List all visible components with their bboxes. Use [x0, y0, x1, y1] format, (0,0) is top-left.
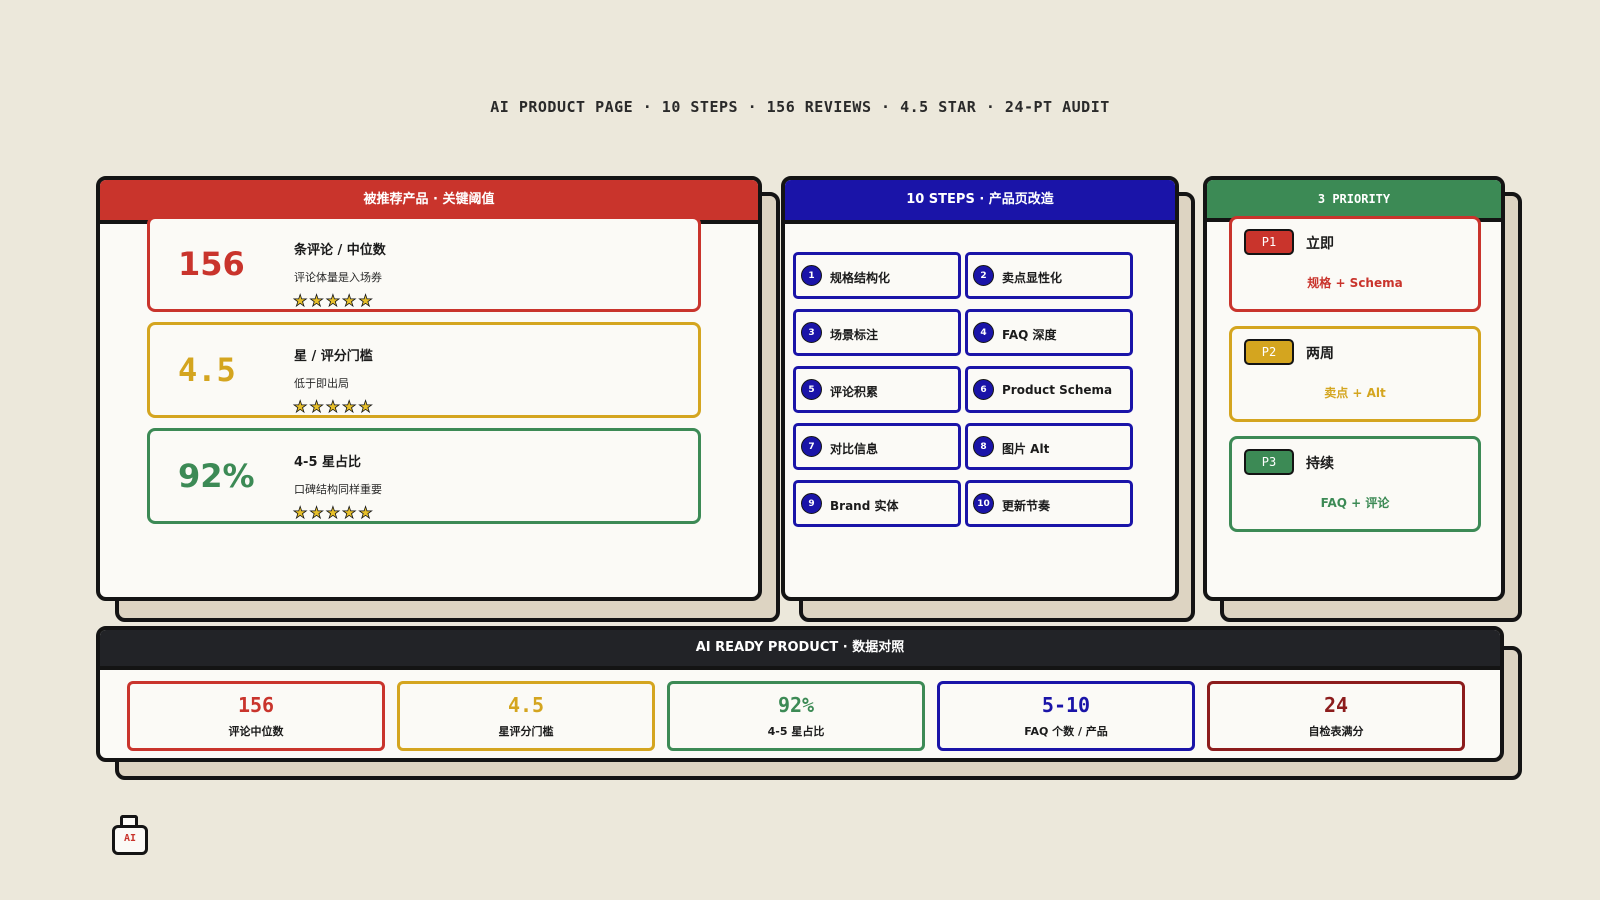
threshold-panel: 被推荐产品 · 关键阈值 156 条评论 / 中位数 评论体量是入场券 ★★★★…: [96, 176, 762, 601]
priority-title: 立即: [1306, 236, 1334, 252]
threshold-card-rating: 4.5 星 / 评分门槛 低于即出局 ★★★★★: [147, 322, 701, 418]
threshold-value: 156: [178, 245, 245, 283]
step-number-badge: 1: [801, 265, 822, 286]
step-number-badge: 3: [801, 322, 822, 343]
top-banner: AI PRODUCT PAGE · 10 STEPS · 156 REVIEWS…: [490, 98, 1110, 116]
threshold-label: 4-5 星占比: [294, 455, 362, 470]
step-item-8: 8 图片 Alt: [965, 423, 1133, 470]
step-item-5: 5 评论积累: [793, 366, 961, 413]
step-label: Product Schema: [1002, 383, 1113, 397]
metric-value: 4.5: [507, 693, 545, 717]
metric-card: 4.5 星评分门槛: [397, 681, 655, 751]
step-number-badge: 10: [973, 493, 994, 514]
step-item-4: 4 FAQ 深度: [965, 309, 1133, 356]
steps-panel: 10 STEPS · 产品页改造 1 规格结构化 2 卖点显性化 3 场景标注 4 FAQ 深…: [781, 176, 1179, 601]
priority-badge: P3: [1244, 449, 1294, 475]
threshold-value: 4.5: [178, 351, 236, 389]
priority-badge: P2: [1244, 339, 1294, 365]
step-number-badge: 4: [973, 322, 994, 343]
step-label: 规格结构化: [830, 271, 891, 285]
step-number-badge: 6: [973, 379, 994, 400]
priority-desc: 规格 + Schema: [1307, 276, 1403, 290]
metric-card: 5-10 FAQ 个数 / 产品: [937, 681, 1195, 751]
threshold-card-share: 92% 4-5 星占比 口碑结构同样重要 ★★★★★: [147, 428, 701, 524]
step-label: FAQ 深度: [1002, 328, 1057, 342]
threshold-subtext: 评论体量是入场券: [294, 271, 382, 284]
threshold-value: 92%: [178, 457, 255, 495]
priority-card-p1: P1 立即 规格 + Schema: [1229, 216, 1481, 312]
ai-bottle-icon: AI: [112, 815, 148, 855]
star-rating-icon: ★★★★★: [293, 397, 375, 416]
threshold-label: 条评论 / 中位数: [294, 243, 386, 258]
threshold-subtext: 口碑结构同样重要: [294, 483, 382, 496]
step-label: 评论积累: [830, 385, 879, 399]
metric-label: FAQ 个数 / 产品: [1024, 725, 1108, 738]
step-item-10: 10 更新节奏: [965, 480, 1133, 527]
step-number-badge: 7: [801, 436, 822, 457]
step-item-7: 7 对比信息: [793, 423, 961, 470]
logo-text: AI: [123, 833, 137, 844]
step-label: 图片 Alt: [1002, 442, 1050, 456]
step-item-1: 1 规格结构化: [793, 252, 961, 299]
step-label: 更新节奏: [1002, 499, 1051, 513]
threshold-card-reviews: 156 条评论 / 中位数 评论体量是入场券 ★★★★★: [147, 216, 701, 312]
step-item-3: 3 场景标注: [793, 309, 961, 356]
priority-title: 持续: [1306, 456, 1334, 472]
step-number-badge: 5: [801, 379, 822, 400]
metric-label: 评论中位数: [228, 725, 284, 738]
threshold-subtext: 低于即出局: [294, 377, 349, 390]
metric-label: 星评分门槛: [498, 725, 554, 738]
step-number-badge: 9: [801, 493, 822, 514]
priority-card-p3: P3 持续 FAQ + 评论: [1229, 436, 1481, 532]
step-number-badge: 8: [973, 436, 994, 457]
metric-value: 92%: [777, 693, 815, 717]
priority-desc: FAQ + 评论: [1320, 496, 1390, 510]
step-label: Brand 实体: [830, 499, 899, 513]
metric-label: 4-5 星占比: [767, 725, 825, 738]
metric-card: 92% 4-5 星占比: [667, 681, 925, 751]
steps-panel-header: 10 STEPS · 产品页改造: [785, 180, 1175, 224]
step-label: 场景标注: [830, 328, 879, 342]
step-label: 卖点显性化: [1002, 271, 1063, 285]
priority-desc: 卖点 + Alt: [1324, 386, 1386, 400]
step-label: 对比信息: [830, 442, 879, 456]
step-item-9: 9 Brand 实体: [793, 480, 961, 527]
step-item-6: 6 Product Schema: [965, 366, 1133, 413]
metric-card: 24 自检表满分: [1207, 681, 1465, 751]
priority-card-p2: P2 两周 卖点 + Alt: [1229, 326, 1481, 422]
threshold-label: 星 / 评分门槛: [294, 349, 373, 364]
star-rating-icon: ★★★★★: [293, 503, 375, 522]
metric-card: 156 评论中位数: [127, 681, 385, 751]
metric-value: 156: [237, 693, 275, 717]
ai-ready-panel: AI READY PRODUCT · 数据对照 156 评论中位数 4.5 星评…: [96, 626, 1504, 762]
step-number-badge: 2: [973, 265, 994, 286]
priority-badge: P1: [1244, 229, 1294, 255]
step-item-2: 2 卖点显性化: [965, 252, 1133, 299]
metric-label: 自检表满分: [1308, 725, 1364, 738]
metric-value: 24: [1323, 693, 1349, 717]
priority-panel: 3 PRIORITY P1 立即 规格 + Schema P2 两周 卖点 + …: [1203, 176, 1505, 601]
ai-ready-panel-header: AI READY PRODUCT · 数据对照: [100, 630, 1500, 670]
metric-value: 5-10: [1041, 693, 1091, 717]
star-rating-icon: ★★★★★: [293, 291, 375, 310]
priority-title: 两周: [1306, 346, 1334, 362]
